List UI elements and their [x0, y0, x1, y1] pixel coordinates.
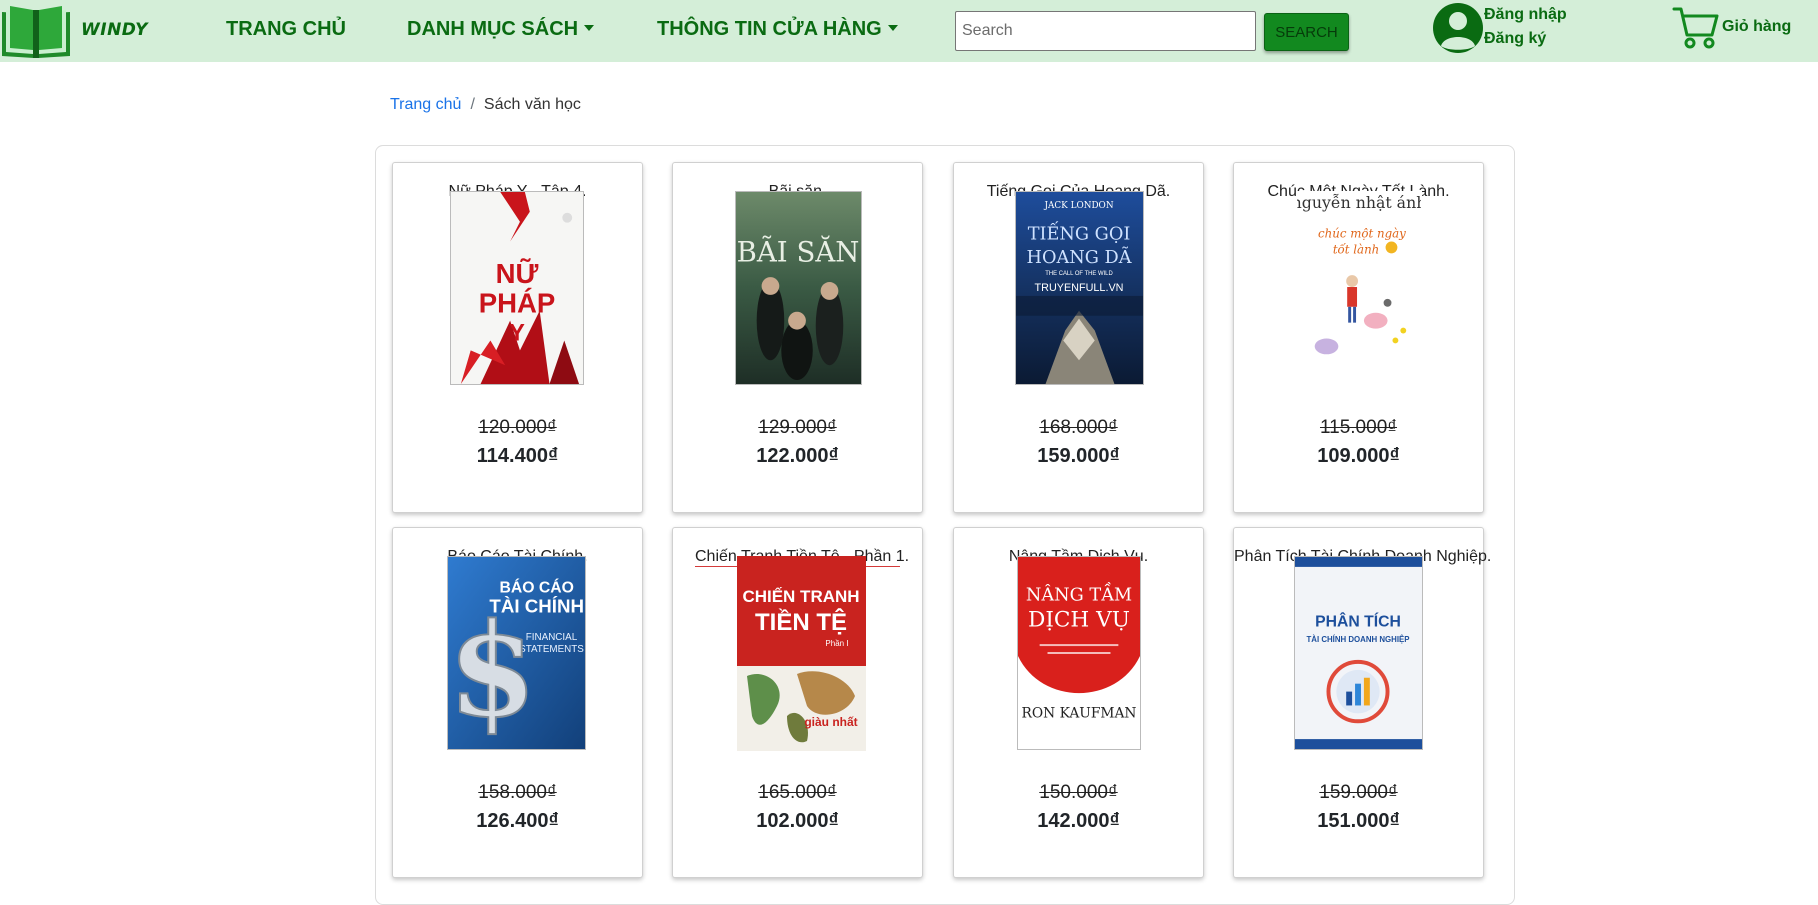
cover-title-2: PHÁP	[479, 288, 556, 319]
cover-title-1: CHIẾN TRANH	[742, 587, 859, 606]
breadcrumb-home-link[interactable]: Trang chủ	[390, 96, 461, 113]
user-avatar-icon	[1433, 3, 1483, 53]
nav-categories-label: DANH MỤC SÁCH	[407, 18, 579, 40]
breadcrumb-current: Sách văn học	[483, 96, 581, 113]
product-card[interactable]: Nữ Pháp Y - Tập 4. NỮ PHÁP Y 120.000₫ 11…	[392, 162, 643, 513]
top-navbar: WINDY TRANG CHỦ DANH MỤC SÁCH THÔNG TIN …	[0, 0, 1818, 62]
original-price: 115.000₫	[1319, 417, 1398, 438]
original-price: 150.000₫	[1039, 782, 1118, 803]
book-cover-image[interactable]: BÁO CÁO TÀI CHÍNH FINANCIAL STATEMENTS $	[447, 556, 586, 750]
book-cover-image[interactable]: BÃI SĂN	[735, 191, 862, 385]
cover-title-1: NỮ	[496, 258, 539, 289]
cover-subtitle: THE CALL OF THE WILD	[1045, 271, 1112, 277]
caret-down-icon	[584, 24, 595, 31]
original-price: 120.000₫	[478, 417, 557, 438]
svg-text:giàu nhất: giàu nhất	[804, 715, 857, 729]
cover-author: nguyễn nhật ánh	[1297, 193, 1421, 212]
original-price: 159.000₫	[1319, 782, 1398, 803]
cover-part: Phần I	[825, 639, 848, 648]
brand-name[interactable]: WINDY	[81, 20, 148, 40]
cart-link[interactable]: Giỏ hàng	[1672, 4, 1792, 52]
sale-price: 151.000₫	[1317, 810, 1400, 832]
cover-title-2: tốt lành	[1333, 242, 1379, 256]
search-button[interactable]: SEARCH	[1264, 13, 1349, 51]
nav-store-info-dropdown[interactable]: THÔNG TIN CỬA HÀNG	[657, 18, 898, 41]
product-card[interactable]: Báo Cáo Tài Chính. BÁO CÁO TÀI CHÍNH FIN…	[392, 527, 643, 878]
original-price: 129.000₫	[758, 417, 837, 438]
cover-author: JACK LONDON	[1043, 201, 1113, 211]
book-cover-image[interactable]: nguyễn nhật ánh chúc một ngày tốt lành	[1296, 191, 1422, 385]
original-price: 165.000₫	[758, 782, 837, 803]
sale-price: 126.400₫	[476, 810, 559, 832]
product-grid: Nữ Pháp Y - Tập 4. NỮ PHÁP Y 120.000₫ 11…	[375, 145, 1515, 905]
product-card[interactable]: Tiếng Gọi Của Hoang Dã. JACK LONDON TIẾN…	[953, 162, 1204, 513]
product-card[interactable]: Chúc Một Ngày Tốt Lành. nguyễn nhật ánh …	[1233, 162, 1484, 513]
sale-price: 109.000₫	[1317, 445, 1400, 467]
cover-title-3: Y	[509, 320, 525, 346]
book-cover-image[interactable]: NÂNG TẦM DỊCH VỤ RON KAUFMAN	[1017, 556, 1141, 750]
breadcrumb: Trang chủ / Sách văn học	[390, 96, 581, 114]
product-card[interactable]: Bãi săn. BÃI SĂN 129.000₫ 122.000₫	[672, 162, 923, 513]
cart-label: Giỏ hàng	[1722, 18, 1792, 35]
sale-price: 122.000₫	[756, 445, 839, 467]
product-card[interactable]: Chiến Tranh Tiền Tệ - Phần 1. CHIẾN TRAN…	[672, 527, 923, 878]
account-menu[interactable]: Đăng nhập Đăng ký	[1432, 2, 1582, 56]
cover-site: TRUYENFULL.VN	[1035, 282, 1124, 294]
cover-title-2: HOANG DÃ	[1027, 246, 1132, 268]
nav-home-link[interactable]: TRANG CHỦ	[226, 18, 346, 41]
cover-author: RON KAUFMAN	[1022, 705, 1137, 721]
nav-home-label: TRANG CHỦ	[226, 18, 346, 40]
cover-title-2: TIỀN TỆ	[755, 608, 847, 636]
book-cover-image[interactable]: NỮ PHÁP Y	[450, 191, 584, 385]
product-card[interactable]: Phân Tích Tài Chính Doanh Nghiệp. PHÂN T…	[1233, 527, 1491, 878]
sale-price: 102.000₫	[756, 810, 839, 832]
sale-price: 114.400₫	[476, 445, 559, 467]
caret-down-icon	[887, 24, 898, 31]
register-link[interactable]: Đăng ký	[1484, 30, 1546, 48]
book-cover-image[interactable]: PHÂN TÍCH TÀI CHÍNH DOANH NGHIỆP	[1294, 556, 1423, 750]
book-cover-image[interactable]: CHIẾN TRANH TIỀN TỆ Phần I giàu nhất	[737, 556, 866, 751]
breadcrumb-separator: /	[470, 96, 475, 113]
login-link[interactable]: Đăng nhập	[1484, 6, 1567, 24]
cover-title-2: TÀI CHÍNH DOANH NGHIỆP	[1307, 635, 1410, 644]
original-price: 168.000₫	[1039, 417, 1118, 438]
product-card[interactable]: Nâng Tầm Dịch Vụ. NÂNG TẦM DỊCH VỤ RON K…	[953, 527, 1204, 878]
sale-price: 142.000₫	[1037, 810, 1120, 832]
cover-title-2: DỊCH VỤ	[1028, 607, 1130, 632]
svg-text:$: $	[448, 595, 537, 746]
book-cover-image[interactable]: JACK LONDON TIẾNG GỌI HOANG DÃ THE CALL …	[1015, 191, 1144, 385]
open-book-logo-icon[interactable]	[0, 2, 72, 60]
cover-title: BÃI SĂN	[737, 235, 860, 268]
search-input[interactable]	[955, 11, 1256, 51]
sale-price: 159.000₫	[1037, 445, 1120, 467]
cover-title-1: BÁO CÁO	[499, 578, 573, 597]
nav-store-info-label: THÔNG TIN CỬA HÀNG	[657, 18, 882, 40]
nav-categories-dropdown[interactable]: DANH MỤC SÁCH	[407, 18, 595, 41]
original-price: 158.000₫	[478, 782, 557, 803]
cover-title-1: chúc một ngày	[1318, 226, 1406, 240]
cover-title-1: PHÂN TÍCH	[1315, 611, 1401, 630]
shopping-cart-icon	[1672, 7, 1719, 49]
